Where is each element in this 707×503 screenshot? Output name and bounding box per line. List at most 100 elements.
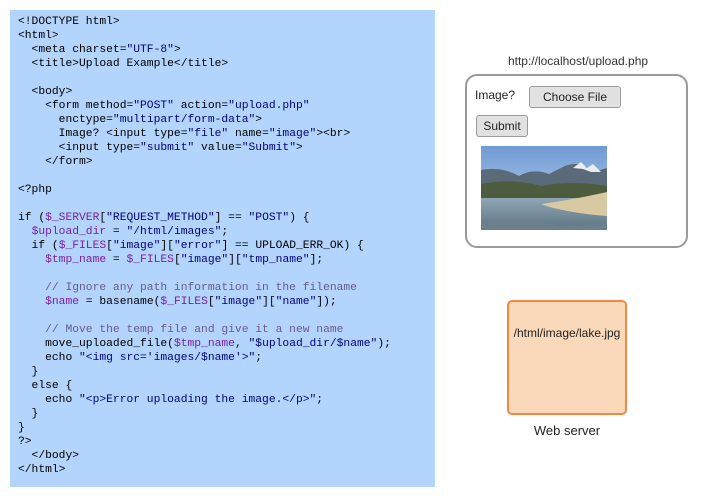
code-line: <body> xyxy=(18,85,435,99)
code-token: > xyxy=(295,142,303,154)
code-token: </html> xyxy=(18,464,66,476)
php-code-panel: <!DOCTYPE html> <html> <meta charset="UTF… xyxy=(10,10,435,487)
code-token: "image" xyxy=(214,296,263,308)
code-line: <title>Upload Example</title> xyxy=(18,57,435,71)
code-token: action= xyxy=(173,100,229,112)
web-server-label: Web server xyxy=(533,423,601,438)
code-token: enctype= xyxy=(18,114,113,126)
code-token: "upload.php" xyxy=(228,100,310,112)
code-line: <!DOCTYPE html> xyxy=(18,15,435,29)
code-token: if ( xyxy=(18,240,59,252)
code-token: else { xyxy=(18,380,73,392)
code-token: [ xyxy=(173,254,181,266)
code-token: ; xyxy=(316,394,324,406)
code-token: = xyxy=(106,254,127,266)
code-token: ][ xyxy=(160,240,174,252)
code-token: "error" xyxy=(173,240,222,252)
code-token: ][ xyxy=(228,254,242,266)
lake-photo xyxy=(481,146,607,230)
code-token: "REQUEST_METHOD" xyxy=(106,212,215,224)
web-server-box: /html/image/lake.jpg xyxy=(507,300,627,415)
code-line: enctype="multipart/form-data"> xyxy=(18,113,435,127)
code-line: } xyxy=(18,365,435,379)
code-line: echo "<img src='images/$name'>"; xyxy=(18,351,435,365)
code-token: "file" xyxy=(187,128,229,140)
code-token: ] == UPLOAD_ERR_OK) { xyxy=(221,240,364,252)
code-token: "image" xyxy=(112,240,161,252)
code-token: > xyxy=(255,114,263,126)
code-token: $_FILES xyxy=(58,240,107,252)
code-token: $upload_dir xyxy=(31,226,107,238)
code-token: = basename( xyxy=(79,296,161,308)
code-token: value= xyxy=(194,142,242,154)
code-line: if ($_SERVER["REQUEST_METHOD"] == "POST"… xyxy=(18,211,435,225)
code-line: // Ignore any path information in the fi… xyxy=(18,281,435,295)
code-token: , xyxy=(234,338,249,350)
code-token: <form method= xyxy=(18,100,134,112)
code-token: $_FILES xyxy=(160,296,208,308)
code-token: echo xyxy=(18,394,80,406)
code-token: [ xyxy=(207,296,215,308)
code-token: > xyxy=(173,44,181,56)
code-token: "Submit" xyxy=(241,142,296,154)
code-line: </html> xyxy=(18,463,435,477)
choose-file-button[interactable]: Choose File xyxy=(529,86,621,108)
browser-window: Image? Choose File Submit xyxy=(465,74,688,248)
code-line: } xyxy=(18,421,435,435)
code-line: move_uploaded_file($tmp_name, "$upload_d… xyxy=(18,337,435,351)
code-line: Image? <input type="file" name="image"><… xyxy=(18,127,435,141)
code-token: <?php xyxy=(18,184,52,196)
code-token: "name" xyxy=(275,296,317,308)
submit-button[interactable]: Submit xyxy=(476,115,528,137)
code-token: <title>Upload Example</title> xyxy=(18,58,229,70)
code-token: ]); xyxy=(316,296,337,308)
code-token: <input type= xyxy=(18,142,141,154)
code-token: if ( xyxy=(18,212,46,224)
code-line: </body> xyxy=(18,449,435,463)
code-token: $tmp_name xyxy=(173,338,235,350)
code-token: = xyxy=(106,226,127,238)
code-token: ; xyxy=(255,352,263,364)
code-token: "$upload_dir/$name" xyxy=(248,338,378,350)
code-token: // Ignore any path information in the fi… xyxy=(18,282,357,294)
code-token: "image" xyxy=(180,254,229,266)
code-token: $_SERVER xyxy=(45,212,100,224)
code-token: ) { xyxy=(289,212,310,224)
code-token: "<img src='images/$name'>" xyxy=(79,352,256,364)
code-line: ?> xyxy=(18,435,435,449)
code-token: </body> xyxy=(18,450,80,462)
code-token: <meta charset= xyxy=(18,44,127,56)
code-token: "<p>Error uploading the image.</p>" xyxy=(79,394,317,406)
code-token: "UTF-8" xyxy=(126,44,174,56)
code-token: ); xyxy=(377,338,391,350)
code-line: <html> xyxy=(18,29,435,43)
code-line: $name = basename($_FILES["image"]["name"… xyxy=(18,295,435,309)
code-line: else { xyxy=(18,379,435,393)
code-token: <html> xyxy=(18,30,59,42)
code-line: // Move the temp file and give it a new … xyxy=(18,323,435,337)
code-token: "tmp_name" xyxy=(241,254,310,266)
code-token: [ xyxy=(106,240,113,252)
code-token: ] == xyxy=(214,212,249,224)
code-token: "submit" xyxy=(140,142,195,154)
code-token: Image? <input type= xyxy=(18,128,188,140)
code-token: $name xyxy=(45,296,80,308)
code-token: ][ xyxy=(262,296,276,308)
code-token: "multipart/form-data" xyxy=(112,114,256,126)
uploaded-file-path: /html/image/lake.jpg xyxy=(513,326,621,340)
code-line: echo "<p>Error uploading the image.</p>"… xyxy=(18,393,435,407)
code-token: ?> xyxy=(18,436,32,448)
code-token: echo xyxy=(18,352,80,364)
code-token: </form> xyxy=(18,156,93,168)
code-line: <?php xyxy=(18,183,435,197)
code-token: $tmp_name xyxy=(45,254,107,266)
code-line: $upload_dir = "/html/images"; xyxy=(18,225,435,239)
code-line: <form method="POST" action="upload.php" xyxy=(18,99,435,113)
code-token: move_uploaded_file( xyxy=(18,338,174,350)
code-token: ><br> xyxy=(316,128,351,140)
